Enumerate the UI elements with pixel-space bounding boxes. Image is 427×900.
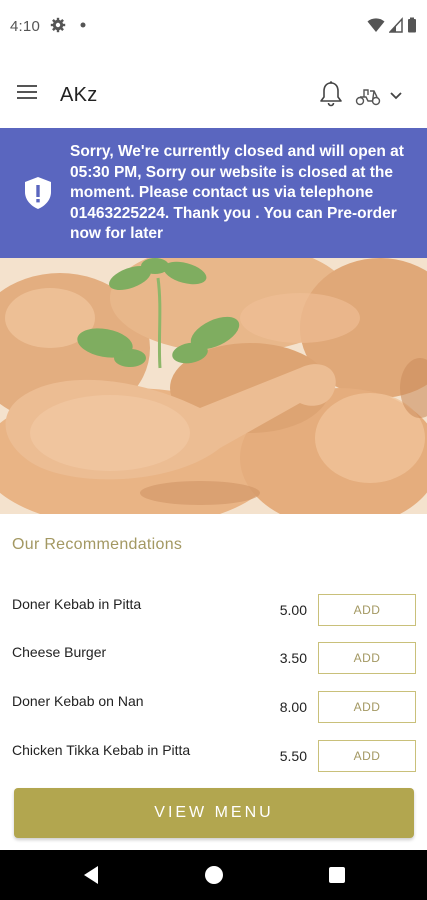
bell-icon (320, 81, 342, 107)
home-icon[interactable] (205, 866, 223, 884)
item-price: 5.00 (279, 602, 307, 618)
item-name: Doner Kebab on Nan (12, 693, 144, 709)
item-name: Chicken Tikka Kebab in Pitta (12, 742, 191, 758)
status-time: 4:10 (10, 18, 40, 35)
item-name: Doner Kebab in Pitta (12, 596, 142, 612)
closed-notice-banner: Sorry, We're currently closed and will o… (0, 128, 427, 258)
settings-gear-icon (50, 17, 66, 33)
view-menu-button[interactable]: VIEW MENU (14, 788, 414, 838)
item-price: 5.50 (279, 748, 307, 764)
item-price: 8.00 (279, 699, 307, 715)
list-item: Chicken Tikka Kebab in Pitta 5.50 ADD (0, 740, 427, 780)
system-nav-bar (0, 850, 427, 900)
list-item: Cheese Burger 3.50 ADD (0, 642, 427, 682)
shield-alert-icon (25, 177, 51, 209)
status-bar: 4:10 (0, 0, 427, 56)
list-item: Doner Kebab on Nan 8.00 ADD (0, 691, 427, 731)
notifications-button[interactable] (318, 80, 344, 108)
add-button[interactable]: ADD (318, 642, 416, 674)
battery-icon (408, 17, 416, 33)
add-button[interactable]: ADD (318, 740, 416, 772)
add-button[interactable]: ADD (318, 594, 416, 626)
order-type-select[interactable] (355, 82, 415, 110)
app-title: AKz (60, 84, 98, 106)
recommendations-title: Our Recommendations (12, 536, 183, 553)
hero-food-image (0, 258, 427, 514)
item-price: 3.50 (279, 650, 307, 666)
hamburger-menu-button[interactable] (14, 80, 42, 104)
recent-apps-icon[interactable] (329, 867, 345, 883)
list-item: Doner Kebab in Pitta 5.00 ADD (0, 594, 427, 634)
scooter-icon (355, 89, 381, 106)
cell-signal-icon (389, 17, 403, 33)
add-button[interactable]: ADD (318, 691, 416, 723)
hamburger-menu-icon (17, 85, 37, 99)
closed-notice-text: Sorry, We're currently closed and will o… (70, 143, 404, 243)
back-icon[interactable] (82, 865, 100, 885)
item-name: Cheese Burger (12, 644, 107, 660)
wifi-icon (367, 18, 385, 32)
chevron-down-icon (390, 92, 402, 100)
app-header: AKz (0, 56, 427, 128)
notification-dot-icon (80, 22, 86, 28)
